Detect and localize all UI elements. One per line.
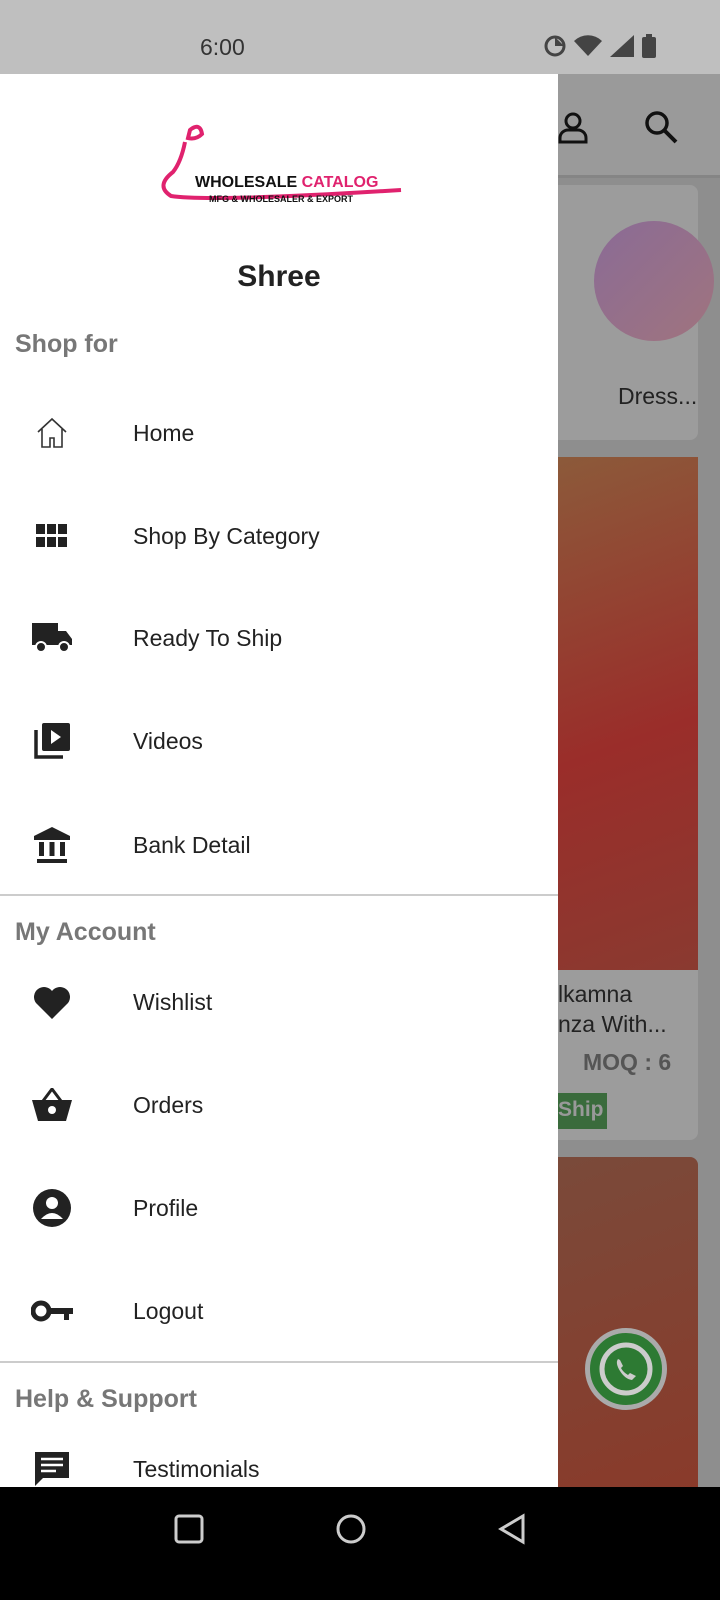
navigation-drawer: WHOLESALE CATALOG MFG & WHOLESALER & EXP… [0, 74, 558, 1487]
home-nav-icon[interactable] [335, 1513, 367, 1545]
app-bar [558, 74, 720, 178]
home-icon [36, 417, 67, 448]
signal-icon [610, 35, 634, 57]
battery-icon [642, 34, 656, 58]
grid-icon [35, 524, 67, 547]
video-library-icon [33, 723, 70, 759]
ready-to-ship-badge: Ship [558, 1093, 607, 1129]
menu-item-videos[interactable]: Videos [0, 701, 558, 781]
status-bar: 6:00 [0, 0, 720, 74]
back-icon[interactable] [497, 1513, 527, 1545]
category-label: Dress... [618, 383, 698, 409]
menu-item-wishlist[interactable]: Wishlist [0, 962, 558, 1042]
product-title: lkamna [558, 981, 633, 1007]
comment-icon [34, 1452, 69, 1486]
product-card-2[interactable] [558, 1157, 698, 1497]
heart-icon [33, 987, 70, 1019]
category-image [594, 221, 714, 341]
data-saver-icon [544, 35, 566, 57]
status-time: 6:00 [200, 34, 245, 60]
truck-icon [31, 623, 72, 653]
menu-item-logout[interactable]: Logout [0, 1271, 558, 1351]
menu-item-bank-detail[interactable]: Bank Detail [0, 805, 558, 885]
menu-item-home[interactable]: Home [0, 393, 558, 473]
account-icon[interactable] [558, 112, 588, 144]
menu-item-shop-by-category[interactable]: Shop By Category [0, 496, 558, 576]
menu-item-testimonials[interactable]: Testimonials [0, 1429, 558, 1487]
category-card[interactable]: Dress... [558, 185, 714, 440]
basket-icon [31, 1088, 72, 1121]
user-name: Shree [237, 260, 321, 293]
product-image [558, 457, 698, 970]
menu-item-profile[interactable]: Profile [0, 1168, 558, 1248]
whatsapp-button[interactable] [585, 1328, 667, 1410]
product-title-2: nza With... [558, 1011, 667, 1037]
menu-item-orders[interactable]: Orders [0, 1065, 558, 1145]
section-help-support: Help & Support [15, 1385, 197, 1413]
wifi-icon [574, 35, 602, 56]
whatsapp-icon [599, 1342, 653, 1396]
bank-icon [33, 827, 70, 863]
section-shop-for: Shop for [15, 330, 118, 358]
status-icons [544, 34, 656, 58]
product-moq: MOQ : 6 [583, 1049, 672, 1075]
recents-icon[interactable] [174, 1514, 204, 1544]
logo-text: WHOLESALE CATALOG [195, 174, 379, 191]
logo-tagline: MFG & WHOLESALER & EXPORT [209, 194, 353, 204]
key-icon [30, 1300, 73, 1322]
section-my-account: My Account [15, 918, 156, 946]
brand-logo: WHOLESALE CATALOG MFG & WHOLESALER & EXP… [145, 122, 405, 212]
search-icon[interactable] [644, 110, 678, 144]
background-app: Dress... lkamna nza With... MOQ : 6 Ship [558, 74, 720, 1497]
account-circle-icon [32, 1189, 71, 1227]
divider [0, 894, 558, 896]
system-navigation-bar [0, 1487, 720, 1600]
menu-item-ready-to-ship[interactable]: Ready To Ship [0, 598, 558, 678]
product-card[interactable]: lkamna nza With... MOQ : 6 Ship [558, 457, 698, 1140]
divider [0, 1361, 558, 1363]
